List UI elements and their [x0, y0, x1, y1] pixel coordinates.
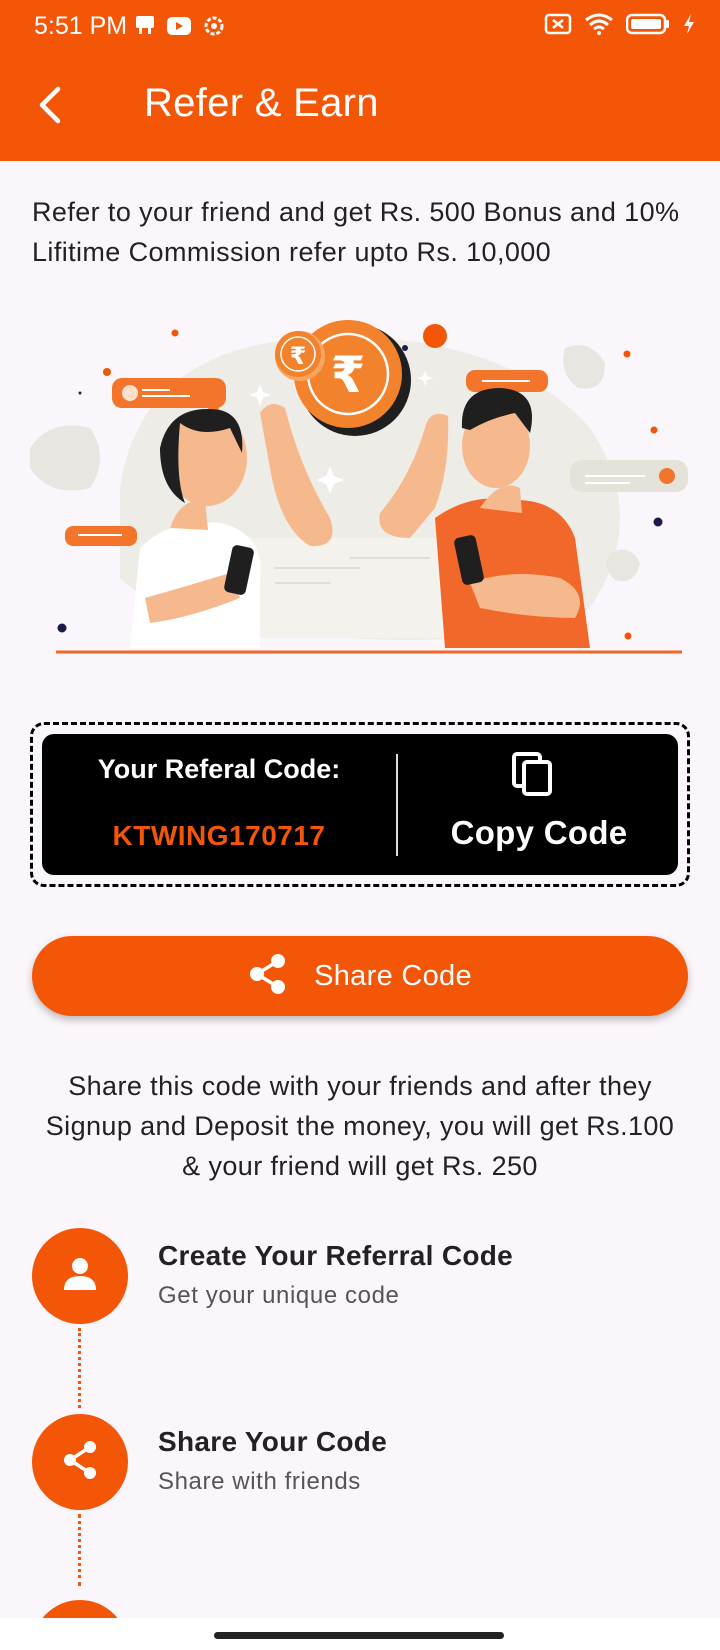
share-icon [60, 1439, 100, 1486]
step-subtitle: Get your unique code [158, 1282, 400, 1309]
step-title: Create Your Referral Code [158, 1240, 514, 1271]
system-nav-bar [0, 1618, 720, 1650]
step-title: Share Your Code [158, 1426, 388, 1457]
no-sim-icon [544, 13, 572, 40]
charging-icon [682, 13, 696, 40]
battery-icon [625, 13, 670, 40]
copy-code-label: Copy Code [450, 814, 628, 851]
back-button[interactable] [24, 82, 74, 132]
person-icon [60, 1254, 100, 1299]
referral-code-box: Your Referal Code: KTWING170717 Copy Cod… [42, 734, 678, 875]
page-title: Refer & Earn [144, 81, 379, 125]
home-indicator[interactable] [214, 1632, 504, 1639]
settings-icon [202, 14, 226, 43]
youtube-icon [166, 15, 192, 42]
notification-icon [134, 14, 156, 43]
copy-code-button[interactable]: Copy Code [400, 734, 678, 875]
app-bar: Refer & Earn [0, 54, 720, 161]
step-subtitle: Share with friends [158, 1468, 361, 1495]
svg-text:₹: ₹ [290, 342, 307, 370]
share-code-label: Share Code [314, 959, 472, 992]
step-create-code-icon [32, 1228, 128, 1324]
back-arrow-icon [34, 85, 64, 130]
code-divider [396, 754, 398, 856]
step-connector [78, 1514, 81, 1586]
svg-text:₹: ₹ [331, 346, 366, 404]
intro-text: Refer to your friend and get Rs. 500 Bon… [32, 197, 680, 267]
step-share-code-icon [32, 1414, 128, 1510]
copy-icon [510, 752, 556, 798]
share-code-button[interactable]: Share Code [32, 936, 688, 1016]
referral-code-label: Your Referal Code: [97, 754, 341, 784]
status-bar: 5:51 PM [0, 0, 720, 54]
refer-illustration: ₹ ₹ [30, 318, 690, 670]
share-icon [248, 953, 288, 1000]
referral-code-value: KTWING170717 [112, 820, 326, 851]
wifi-icon [584, 13, 614, 40]
share-note-text: Share this code with your friends and af… [45, 1071, 675, 1181]
step-connector [78, 1328, 81, 1408]
status-time: 5:51 PM [34, 12, 128, 40]
